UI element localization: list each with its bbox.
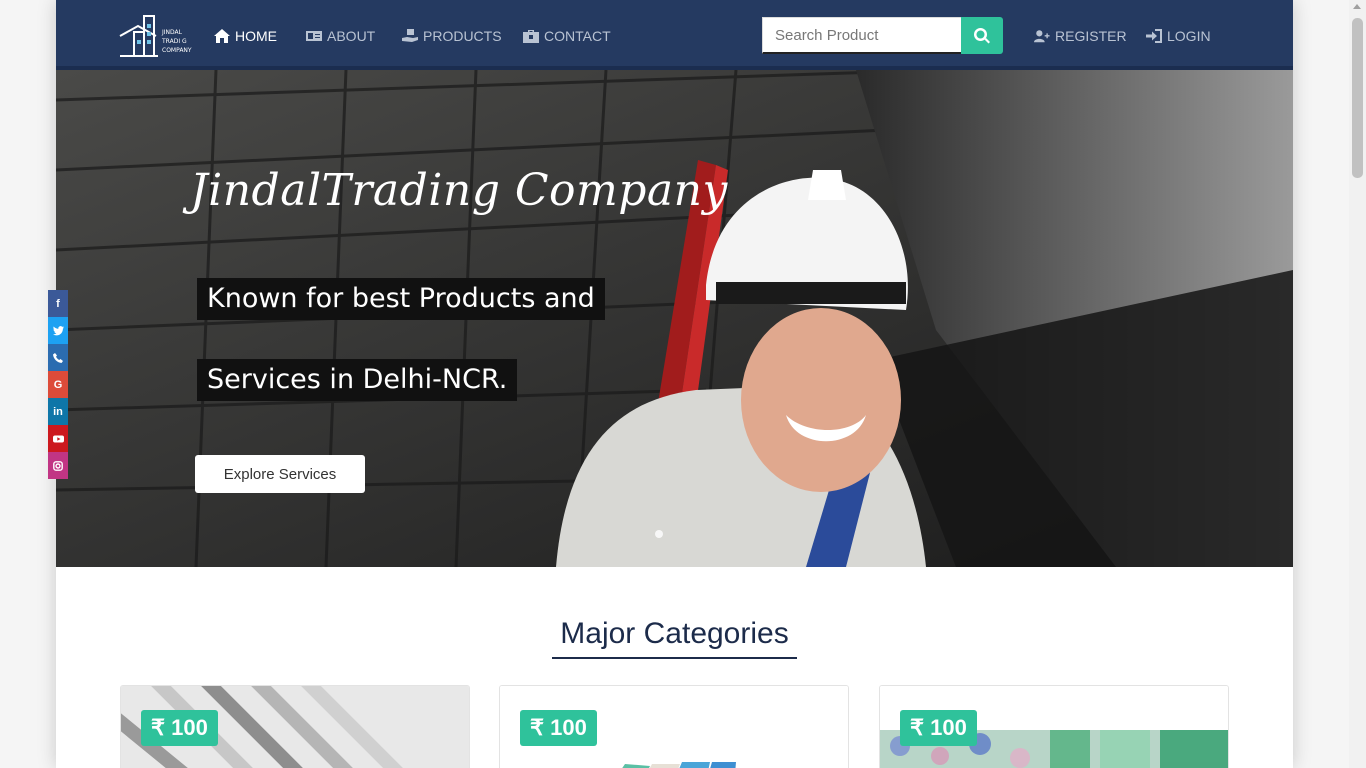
hero-banner: JindalTrading Company Known for best Pro… [56,70,1293,567]
explore-services-button[interactable]: Explore Services [195,455,365,493]
nav-contact-label: CONTACT [544,28,611,44]
search-icon [974,27,990,43]
hero-tagline-1: Known for best Products and [197,278,605,320]
phone-icon[interactable] [48,344,68,371]
search-button[interactable] [961,17,1003,54]
categories-heading: Major Categories [56,617,1293,659]
google-icon[interactable]: G [48,371,68,398]
category-card[interactable]: ₹ 100 [120,685,470,768]
logo-text-3: COMPANY [162,47,192,54]
nav-products[interactable]: PRODUCTS [402,26,502,46]
nav-login-label: LOGIN [1167,28,1211,44]
company-logo[interactable]: JINDAL TRADI G COMPANY [118,12,194,60]
page-container: JINDAL TRADI G COMPANY HOME ABOUT PRODUC… [56,0,1293,768]
twitter-icon[interactable] [48,317,68,344]
youtube-icon[interactable] [48,425,68,452]
scroll-thumb[interactable] [1352,18,1363,178]
category-card[interactable]: ₹ 100 [879,685,1229,768]
navbar: JINDAL TRADI G COMPANY HOME ABOUT PRODUC… [56,0,1293,70]
social-sidebar: f G in [48,290,68,479]
scroll-up-arrow-icon[interactable] [1353,4,1361,9]
categories-heading-text: Major Categories [552,617,797,659]
nav-products-label: PRODUCTS [423,28,502,44]
search-input[interactable] [762,17,962,54]
id-card-icon [306,31,322,41]
sign-in-icon [1146,29,1162,43]
category-card[interactable]: ₹ 100 [499,685,849,768]
nav-login[interactable]: LOGIN [1146,26,1211,46]
carousel-indicator[interactable] [655,530,663,538]
nav-contact[interactable]: CONTACT [523,26,611,46]
user-plus-icon [1034,30,1050,43]
nav-home-label: HOME [235,28,277,44]
linkedin-icon[interactable]: in [48,398,68,425]
price-badge: ₹ 100 [141,710,218,746]
price-badge: ₹ 100 [900,710,977,746]
nav-register-label: REGISTER [1055,28,1127,44]
logo-text-2: TRADI G [161,38,187,45]
nav-about-label: ABOUT [327,28,376,44]
home-icon [214,29,230,43]
instagram-icon[interactable] [48,452,68,479]
logo-text-1: JINDAL [161,29,183,36]
page-scrollbar[interactable] [1349,0,1366,768]
nav-register[interactable]: REGISTER [1034,26,1127,46]
hand-box-icon [402,29,418,42]
nav-about[interactable]: ABOUT [306,26,375,46]
facebook-icon[interactable]: f [48,290,68,317]
nav-home[interactable]: HOME [214,26,277,46]
briefcase-icon [523,30,539,43]
hero-tagline-2: Services in Delhi-NCR. [197,359,518,401]
price-badge: ₹ 100 [520,710,597,746]
hero-title: JindalTrading Company [190,165,728,216]
